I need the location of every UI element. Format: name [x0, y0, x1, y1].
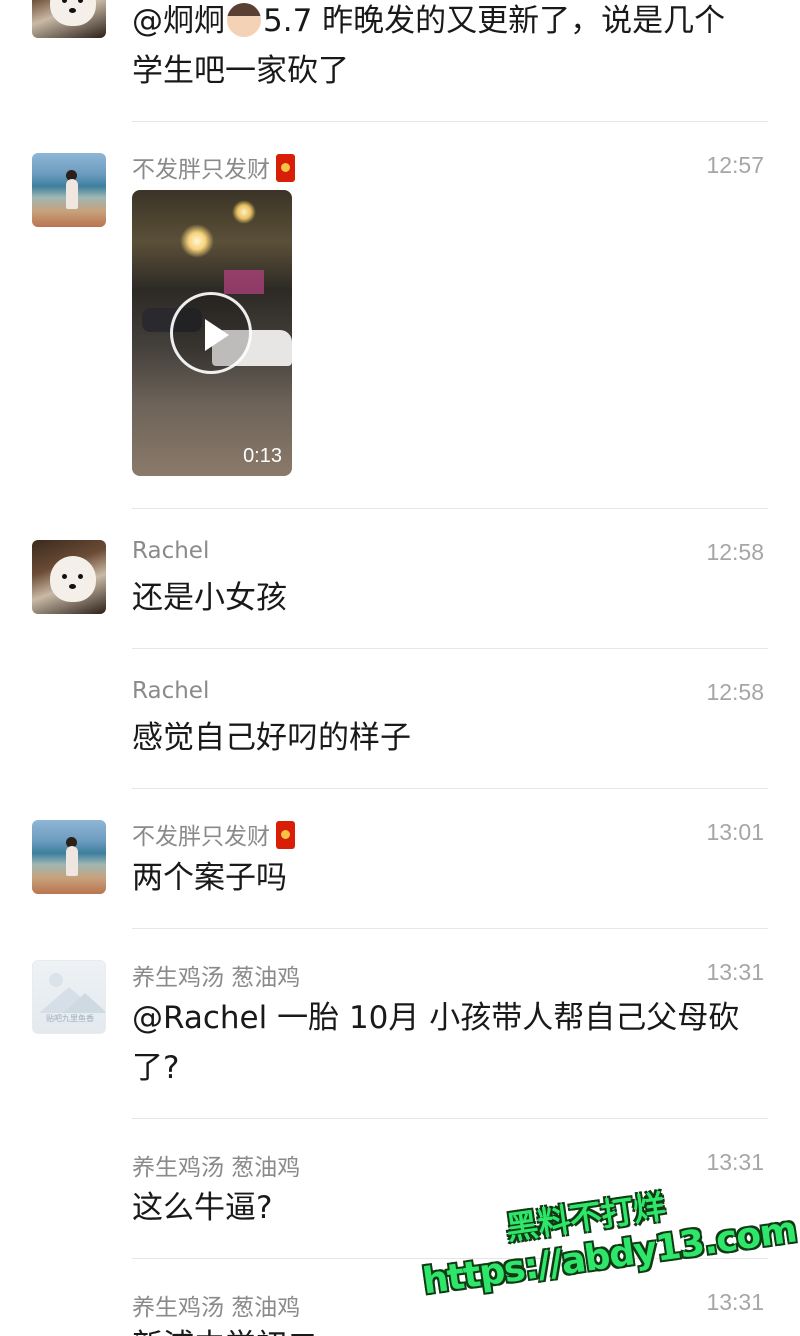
mention-text: @炯炯 — [132, 3, 225, 39]
message-time: 12:58 — [706, 679, 764, 705]
sender-name: Rachel — [132, 538, 210, 564]
message-text: @炯炯 5.7 昨晚发的又更新了，说是几个 — [132, 3, 726, 39]
dog-avatar[interactable] — [32, 0, 106, 38]
message-text: @Rachel 一胎 10月 小孩带人帮自己父母砍 — [132, 1000, 740, 1036]
message-time: 12:58 — [706, 539, 764, 565]
message-text: 两个案子吗 — [132, 860, 287, 896]
beach-avatar[interactable] — [32, 153, 106, 227]
divider — [132, 508, 768, 509]
sender-name: 不发胖只发财 — [132, 817, 295, 851]
divider — [132, 788, 768, 789]
sender-name: 养生鸡汤 葱油鸡 — [132, 965, 301, 991]
message-time: 12:57 — [706, 152, 764, 178]
divider — [132, 928, 768, 929]
sender-name: 养生鸡汤 葱油鸡 — [132, 1155, 301, 1181]
play-icon[interactable] — [170, 292, 252, 374]
message-time: 13:01 — [706, 819, 764, 845]
message-time: 13:31 — [706, 959, 764, 985]
sender-name: 养生鸡汤 葱油鸡 — [132, 1295, 301, 1321]
message-text-line2: 学生吧一家砍了 — [132, 53, 349, 89]
chat-history-list[interactable]: @炯炯 5.7 昨晚发的又更新了，说是几个 学生吧一家砍了 不发胖只发财 12:5… — [0, 0, 800, 1336]
sender-name: 不发胖只发财 — [132, 150, 295, 184]
divider — [132, 1118, 768, 1119]
message-text: 感觉自己好叼的样子 — [132, 720, 411, 756]
beach-avatar[interactable] — [32, 820, 106, 894]
message-time: 13:31 — [706, 1289, 764, 1315]
avatar-caption: 贴吧九里鱼香 — [46, 1014, 94, 1023]
divider — [132, 121, 768, 122]
red-packet-icon — [276, 154, 295, 182]
man-face-emoji — [227, 3, 261, 37]
video-duration: 0:13 — [243, 445, 282, 467]
red-packet-icon — [276, 821, 295, 849]
placeholder-avatar[interactable]: 贴吧九里鱼香 — [32, 960, 106, 1034]
divider — [132, 648, 768, 649]
dog-avatar[interactable] — [32, 540, 106, 614]
message-text: 还是小女孩 — [132, 580, 287, 616]
video-message[interactable]: 0:13 — [132, 190, 292, 476]
sender-name: Rachel — [132, 678, 210, 704]
message-text-line2: 了? — [132, 1050, 180, 1086]
message-text: 新浦中学初二 — [132, 1321, 772, 1336]
